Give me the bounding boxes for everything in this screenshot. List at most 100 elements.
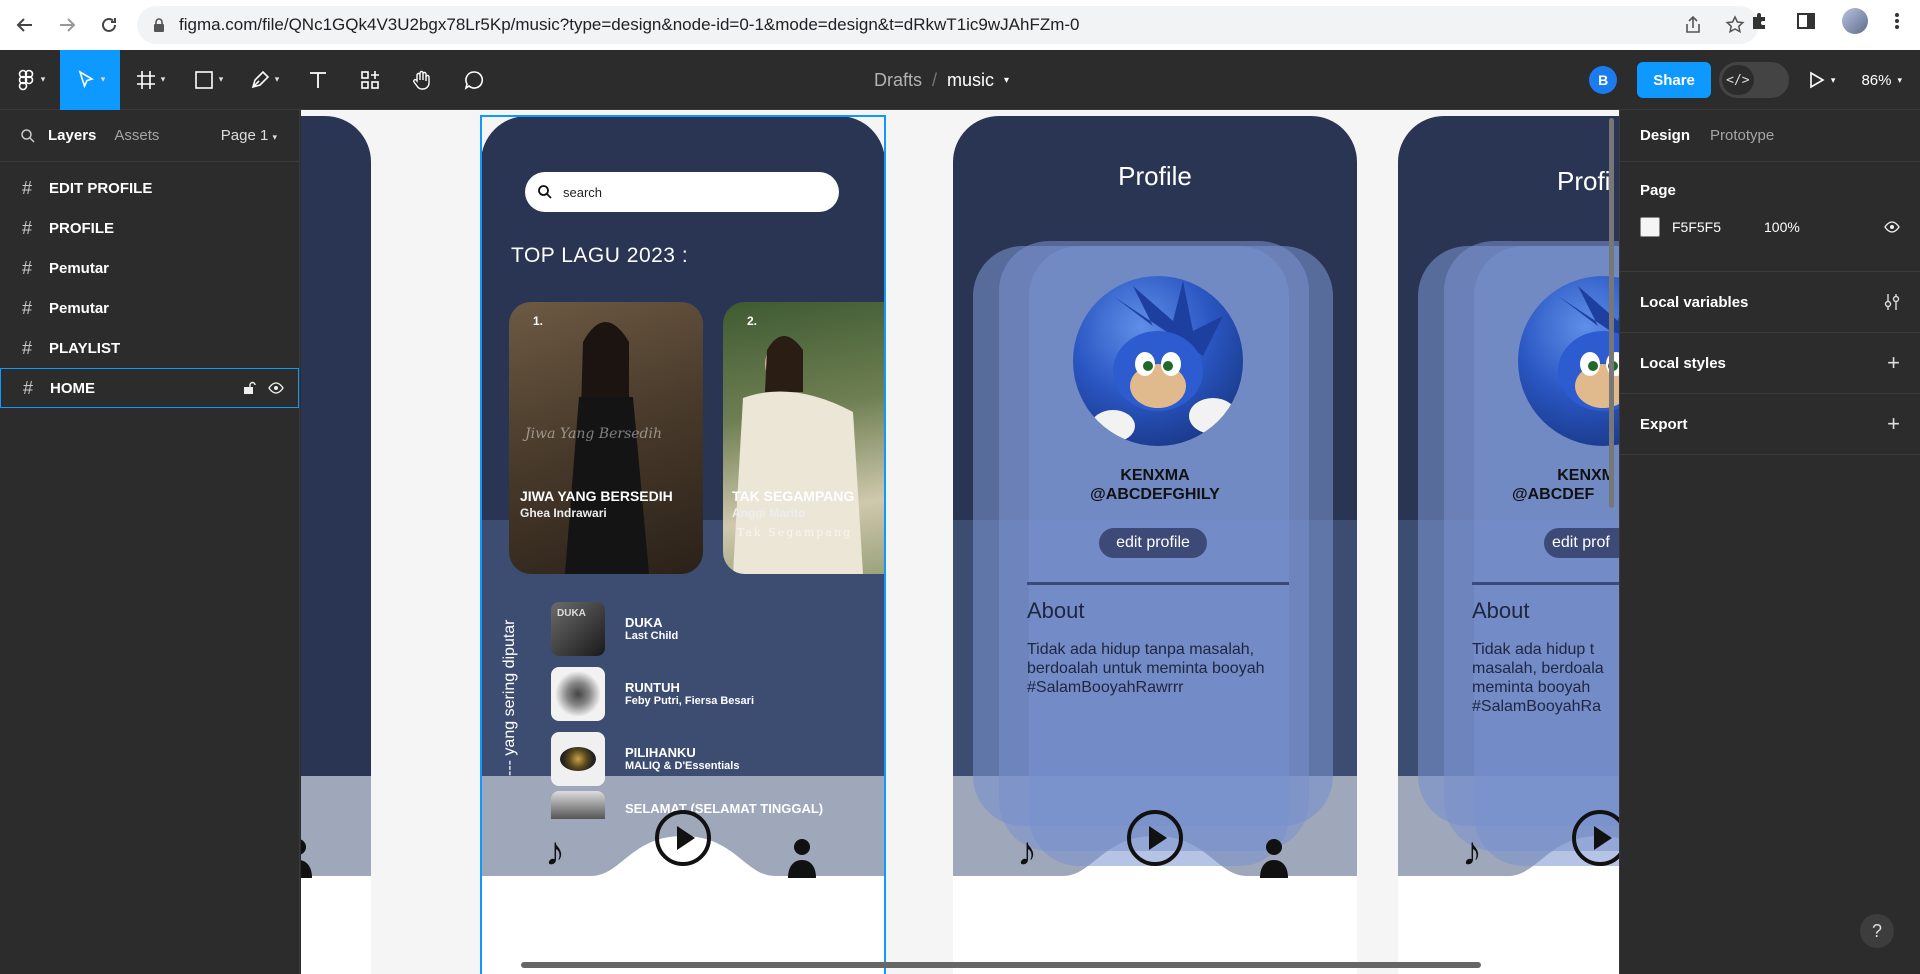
search-input[interactable]: search xyxy=(525,172,839,212)
edit-profile-button[interactable]: edit profile xyxy=(1099,528,1207,558)
chevron-down-icon[interactable]: ▾ xyxy=(1004,75,1009,86)
reload-button[interactable] xyxy=(92,8,126,42)
search-placeholder: search xyxy=(563,184,603,200)
plus-icon[interactable]: + xyxy=(1887,350,1900,376)
frame-tool-button[interactable]: ▾ xyxy=(120,50,180,110)
song-title: JIWA YANG BERSEDIH xyxy=(520,488,673,504)
local-variables-section[interactable]: Local variables xyxy=(1620,272,1920,333)
page-color-swatch[interactable] xyxy=(1640,217,1660,237)
tab-layers[interactable]: Layers xyxy=(48,127,96,144)
layer-row[interactable]: # PROFILE xyxy=(0,208,299,248)
shape-tool-button[interactable]: ▾ xyxy=(180,50,236,110)
file-breadcrumb: Drafts / music ▾ xyxy=(874,50,1009,110)
back-button[interactable] xyxy=(8,8,42,42)
layer-row-selected[interactable]: # HOME xyxy=(0,368,299,408)
forward-button[interactable] xyxy=(50,8,84,42)
divider xyxy=(1472,582,1619,585)
list-item[interactable]: PILIHANKU MALIQ & D'Essentials xyxy=(551,726,885,791)
share-page-icon[interactable] xyxy=(1683,15,1703,35)
playlist-frame-partial[interactable] xyxy=(301,116,371,974)
music-note-icon[interactable]: ♪ xyxy=(1462,832,1482,872)
text-tool-button[interactable] xyxy=(292,50,344,110)
profile-handle: @ABCDEF xyxy=(1512,486,1595,503)
person-icon[interactable] xyxy=(1259,838,1289,878)
person-icon[interactable] xyxy=(787,838,817,878)
top-song-card[interactable]: 2. TAK SEGAMPANG Anggi Marito Tak Segamp… xyxy=(723,302,885,574)
music-note-icon[interactable]: ♪ xyxy=(545,832,565,872)
variables-sliders-icon[interactable] xyxy=(1884,293,1900,311)
music-note-icon[interactable]: ♪ xyxy=(1017,832,1037,872)
move-tool-button[interactable]: ▾ xyxy=(60,49,120,110)
browser-menu-icon[interactable] xyxy=(1894,11,1900,31)
browser-profile-avatar[interactable] xyxy=(1842,8,1868,34)
hand-tool-button[interactable] xyxy=(396,50,448,110)
user-avatar[interactable]: B xyxy=(1589,66,1618,94)
left-panel-tabs: Layers Assets Page 1 ▾ xyxy=(0,110,299,162)
about-heading: About xyxy=(1472,598,1530,623)
design-canvas[interactable]: search TOP LAGU 2023 : 1. Jiwa Yang Bers… xyxy=(301,110,1619,974)
tab-prototype[interactable]: Prototype xyxy=(1710,127,1774,144)
list-item[interactable]: DUKA DUKA Last Child xyxy=(551,596,885,661)
comment-bubble-icon xyxy=(464,70,484,90)
present-button[interactable]: ▾ xyxy=(1807,71,1835,89)
horizontal-scrollbar[interactable] xyxy=(521,962,1481,968)
eye-icon[interactable] xyxy=(268,381,284,395)
pen-tool-button[interactable]: ▾ xyxy=(236,50,292,110)
bookmark-star-icon[interactable] xyxy=(1725,15,1745,35)
list-song-title: DUKA xyxy=(625,615,663,630)
page-fill-row[interactable]: F5F5F5 100% xyxy=(1640,217,1900,237)
frame-bg-dark xyxy=(301,116,371,524)
eye-icon[interactable] xyxy=(1884,220,1900,234)
search-icon[interactable] xyxy=(20,128,36,144)
comment-tool-button[interactable] xyxy=(448,50,500,110)
play-button[interactable] xyxy=(1127,810,1183,866)
share-button[interactable]: Share xyxy=(1637,62,1711,98)
extensions-puzzle-icon[interactable] xyxy=(1750,11,1770,31)
edit-profile-button[interactable]: edit prof xyxy=(1544,528,1619,558)
search-icon xyxy=(538,185,552,199)
file-name[interactable]: music xyxy=(947,70,994,91)
top-song-card[interactable]: 1. Jiwa Yang Bersedih JIWA YANG BERSEDIH… xyxy=(509,302,703,574)
zoom-menu[interactable]: 86% ▾ xyxy=(1861,72,1902,89)
home-frame[interactable]: search TOP LAGU 2023 : 1. Jiwa Yang Bers… xyxy=(481,116,885,974)
local-styles-section[interactable]: Local styles + xyxy=(1620,333,1920,394)
layer-name: Pemutar xyxy=(49,259,110,277)
tab-assets[interactable]: Assets xyxy=(114,127,159,144)
forward-arrow-icon xyxy=(60,18,76,32)
dev-mode-toggle[interactable]: </> xyxy=(1718,62,1789,98)
address-bar[interactable]: figma.com/file/QNc1GQk4V3U2bgx78Lr5Kp/mu… xyxy=(137,6,1759,44)
url-text[interactable]: figma.com/file/QNc1GQk4V3U2bgx78Lr5Kp/mu… xyxy=(179,15,1080,35)
page-color-hex[interactable]: F5F5F5 xyxy=(1672,219,1764,235)
code-brackets-icon: </> xyxy=(1721,65,1754,95)
breadcrumb-drafts-link[interactable]: Drafts xyxy=(874,70,922,91)
tab-design[interactable]: Design xyxy=(1640,127,1690,144)
edit-profile-frame[interactable]: Profi KENXM @ABCDEF edit prof About Tida… xyxy=(1398,116,1619,974)
layer-row[interactable]: # PLAYLIST xyxy=(0,328,299,368)
resources-button[interactable] xyxy=(344,50,396,110)
help-button[interactable]: ? xyxy=(1860,914,1894,948)
plus-icon[interactable]: + xyxy=(1887,411,1900,437)
side-panel-icon[interactable] xyxy=(1796,11,1816,31)
profile-name-block: KENXM @ABCDEF xyxy=(1512,466,1615,504)
frame-hash-icon: # xyxy=(22,257,33,278)
rank-label: 1. xyxy=(533,314,544,328)
page-selector[interactable]: Page 1 ▾ xyxy=(221,127,277,144)
frame-hash-icon: # xyxy=(23,377,34,398)
top-songs-heading: TOP LAGU 2023 : xyxy=(511,244,689,267)
vertical-scrollbar[interactable] xyxy=(1609,118,1614,508)
divider xyxy=(1027,582,1289,585)
play-button[interactable] xyxy=(655,810,711,866)
layer-row[interactable]: # Pemutar xyxy=(0,248,299,288)
unlock-icon[interactable] xyxy=(242,381,256,395)
list-item[interactable]: SELAMAT (SELAMAT TINGGAL) xyxy=(551,791,885,831)
profile-frame[interactable]: Profile KENXMA @ABCDEFGHILY edit profile… xyxy=(953,116,1357,974)
main-menu-button[interactable]: ▾ xyxy=(0,50,60,110)
list-item[interactable]: RUNTUH Feby Putri, Fiersa Besari xyxy=(551,661,885,726)
layer-row[interactable]: # EDIT PROFILE xyxy=(0,168,299,208)
figma-logo-icon xyxy=(18,69,34,90)
play-button[interactable] xyxy=(1572,810,1619,866)
page-opacity[interactable]: 100% xyxy=(1764,219,1800,235)
list-item-text: RUNTUH Feby Putri, Fiersa Besari xyxy=(625,680,754,707)
export-section[interactable]: Export + xyxy=(1620,394,1920,455)
layer-row[interactable]: # Pemutar xyxy=(0,288,299,328)
